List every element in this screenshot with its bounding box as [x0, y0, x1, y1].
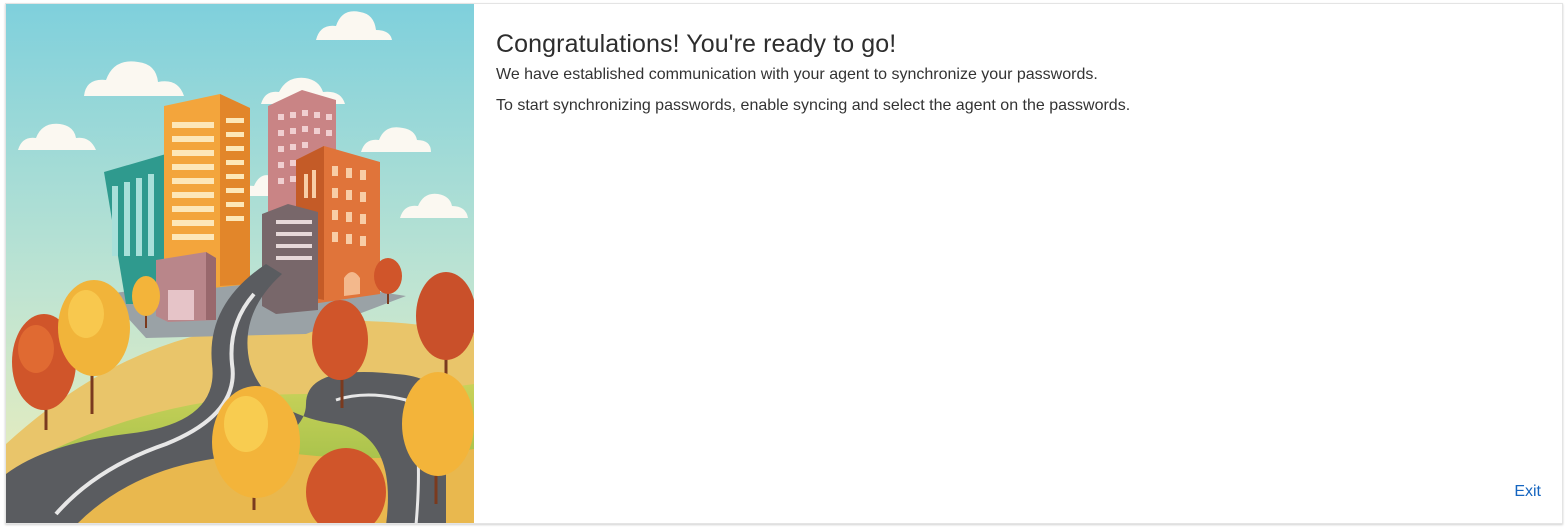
dialog-content: Congratulations! You're ready to go! We …	[496, 4, 1562, 523]
city-road-autumn-illustration	[6, 4, 474, 523]
status-message: We have established communication with y…	[496, 66, 1098, 83]
building-gray	[262, 204, 318, 314]
building-pink	[156, 252, 216, 322]
instruction-message: To start synchronizing passwords, enable…	[496, 97, 1131, 114]
exit-link[interactable]: Exit	[1514, 483, 1541, 501]
page-title: Congratulations! You're ready to go!	[496, 30, 897, 58]
setup-complete-dialog: Congratulations! You're ready to go! We …	[5, 3, 1563, 524]
